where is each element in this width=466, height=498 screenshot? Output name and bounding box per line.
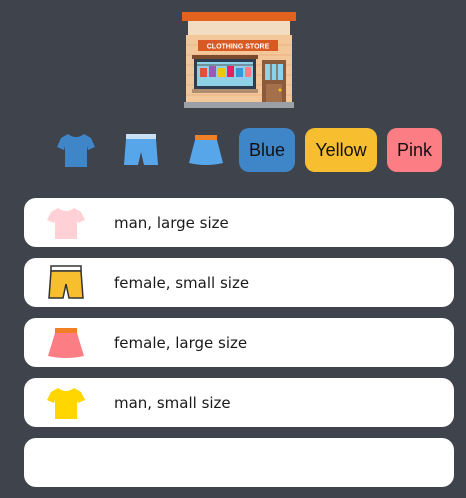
skirt-icon — [48, 327, 84, 358]
pants-icon — [124, 134, 158, 165]
tshirt-filter-button[interactable] — [52, 127, 100, 173]
item-icon-wrap — [44, 323, 88, 363]
item-icon-wrap — [44, 263, 88, 303]
item-label: female, large size — [114, 333, 248, 352]
item-label: man, small size — [114, 393, 231, 412]
list-item[interactable] — [24, 438, 454, 487]
yellow-filter-button[interactable]: Yellow — [305, 128, 377, 172]
pants-filter-button[interactable] — [117, 127, 165, 173]
yellow-filter-label: Yellow — [315, 139, 367, 160]
list-item[interactable]: man, small size — [24, 378, 454, 427]
list-item[interactable]: female, small size — [24, 258, 454, 307]
product-list: man, large size female, small size femal… — [24, 198, 454, 498]
filter-toolbar: Blue Yellow Pink — [52, 126, 442, 174]
blue-filter-label: Blue — [248, 139, 286, 160]
pink-filter-label: Pink — [396, 139, 432, 160]
skirt-icon — [189, 135, 223, 165]
store-sign-text: CLOTHING STORE — [207, 44, 270, 51]
tshirt-icon — [47, 387, 85, 419]
blue-filter-button[interactable]: Blue — [239, 128, 295, 172]
pants-icon — [48, 264, 84, 299]
clothing-store-logo: CLOTHING STORE — [180, 10, 298, 110]
item-label: female, small size — [114, 273, 250, 292]
item-icon-wrap — [44, 203, 88, 243]
tshirt-icon — [47, 207, 85, 239]
item-label: man, large size — [114, 213, 229, 232]
pink-filter-button[interactable]: Pink — [387, 128, 442, 172]
item-icon-wrap — [44, 383, 88, 423]
skirt-filter-button[interactable] — [182, 127, 230, 173]
tshirt-icon — [57, 134, 95, 167]
list-item[interactable]: female, large size — [24, 318, 454, 367]
list-item[interactable]: man, large size — [24, 198, 454, 247]
